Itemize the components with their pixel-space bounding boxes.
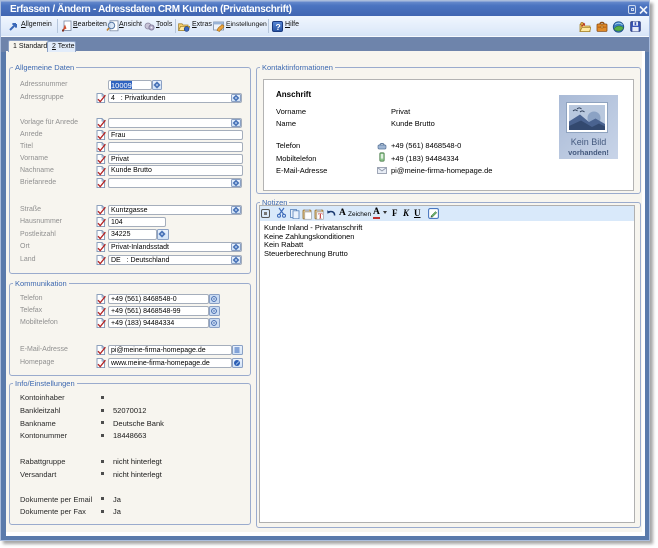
svg-text:T: T — [318, 212, 323, 220]
